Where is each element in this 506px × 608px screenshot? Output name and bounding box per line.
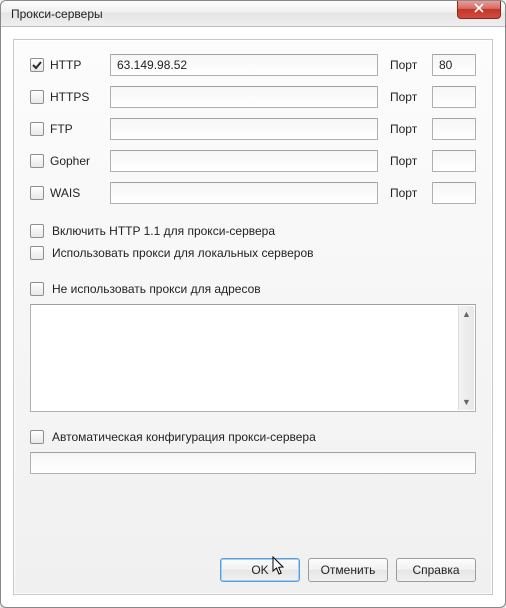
wais-label: WAIS — [50, 186, 104, 200]
wais-server-input[interactable] — [110, 182, 378, 204]
exclude-label: Не использовать прокси для адресов — [52, 282, 261, 296]
close-icon — [474, 2, 484, 16]
proxy-row-https: HTTPS Порт — [30, 86, 476, 108]
http11-label: Включить HTTP 1.1 для прокси-сервера — [52, 224, 275, 238]
proxy-row-http: HTTP Порт — [30, 54, 476, 76]
https-label: HTTPS — [50, 90, 104, 104]
http-label: HTTP — [50, 58, 104, 72]
titlebar[interactable]: Прокси-серверы — [1, 1, 505, 27]
help-button[interactable]: Справка — [396, 558, 476, 582]
ftp-server-input[interactable] — [110, 118, 378, 140]
opt-local: Использовать прокси для локальных сервер… — [30, 246, 476, 260]
port-label: Порт — [390, 154, 426, 168]
scroll-down-icon[interactable]: ▼ — [459, 394, 474, 410]
ok-button[interactable]: OK — [220, 558, 300, 582]
gopher-label: Gopher — [50, 154, 104, 168]
proxy-row-ftp: FTP Порт — [30, 118, 476, 140]
cursor-icon — [272, 556, 286, 576]
http-checkbox[interactable] — [30, 58, 44, 72]
autoconf-checkbox[interactable] — [30, 430, 44, 444]
autoconf-label: Автоматическая конфигурация прокси-серве… — [52, 430, 316, 444]
close-button[interactable] — [457, 0, 501, 19]
exclude-textarea[interactable]: ▲ ▼ — [30, 304, 476, 412]
proxy-row-gopher: Gopher Порт — [30, 150, 476, 172]
wais-checkbox[interactable] — [30, 186, 44, 200]
http-server-input[interactable] — [110, 54, 378, 76]
gopher-server-input[interactable] — [110, 150, 378, 172]
port-label: Порт — [390, 122, 426, 136]
proxy-row-wais: WAIS Порт — [30, 182, 476, 204]
port-label: Порт — [390, 58, 426, 72]
gopher-checkbox[interactable] — [30, 154, 44, 168]
check-icon — [32, 60, 42, 70]
exclude-checkbox[interactable] — [30, 282, 44, 296]
ftp-checkbox[interactable] — [30, 122, 44, 136]
local-label: Использовать прокси для локальных сервер… — [52, 246, 314, 260]
https-checkbox[interactable] — [30, 90, 44, 104]
http-port-input[interactable] — [432, 54, 476, 76]
opt-http11: Включить HTTP 1.1 для прокси-сервера — [30, 224, 476, 238]
opt-autoconf: Автоматическая конфигурация прокси-серве… — [30, 430, 476, 444]
http11-checkbox[interactable] — [30, 224, 44, 238]
ftp-port-input[interactable] — [432, 118, 476, 140]
proxy-dialog: Прокси-серверы HTTP Порт HTTPS — [0, 0, 506, 608]
scrollbar[interactable]: ▲ ▼ — [458, 306, 474, 410]
local-checkbox[interactable] — [30, 246, 44, 260]
content-wrap: HTTP Порт HTTPS Порт FTP Порт — [1, 27, 505, 607]
autoconf-url-input[interactable] — [30, 452, 476, 474]
opt-exclude: Не использовать прокси для адресов — [30, 282, 476, 296]
window-title: Прокси-серверы — [11, 7, 103, 21]
ftp-label: FTP — [50, 122, 104, 136]
cancel-button[interactable]: Отменить — [308, 558, 388, 582]
inner-panel: HTTP Порт HTTPS Порт FTP Порт — [13, 39, 493, 595]
gopher-port-input[interactable] — [432, 150, 476, 172]
exclude-area: ▲ ▼ — [30, 304, 476, 412]
scroll-up-icon[interactable]: ▲ — [459, 306, 474, 322]
wais-port-input[interactable] — [432, 182, 476, 204]
button-row: OK Отменить Справка — [220, 558, 476, 582]
port-label: Порт — [390, 186, 426, 200]
https-port-input[interactable] — [432, 86, 476, 108]
https-server-input[interactable] — [110, 86, 378, 108]
port-label: Порт — [390, 90, 426, 104]
